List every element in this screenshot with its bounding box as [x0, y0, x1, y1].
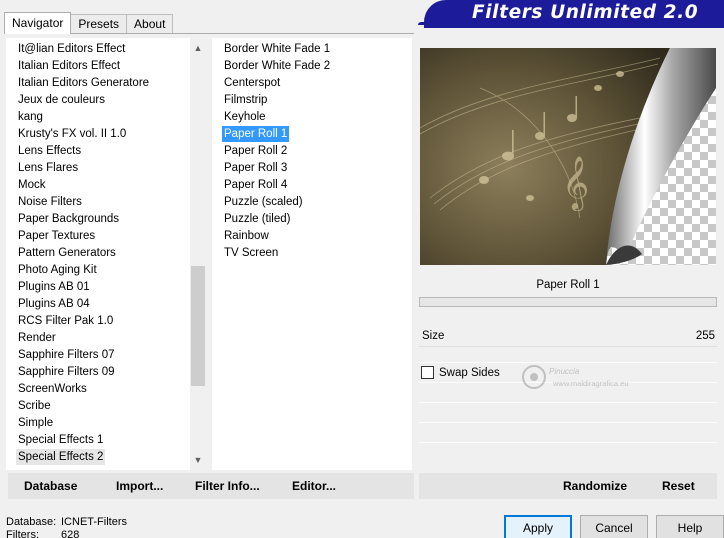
category-item[interactable]: Italian Editors Effect	[16, 58, 122, 74]
divider	[419, 422, 717, 423]
category-item[interactable]: Krusty's FX vol. II 1.0	[16, 126, 128, 142]
database-button[interactable]: Database	[24, 479, 77, 493]
randomize-button[interactable]: Randomize	[563, 479, 627, 493]
filter-item[interactable]: Paper Roll 1	[222, 126, 290, 142]
scroll-up-icon[interactable]: ▲	[190, 40, 206, 56]
filter-item[interactable]: Filmstrip	[222, 92, 269, 108]
status-database: Database: ICNET-Filters	[6, 516, 127, 528]
tab-presets[interactable]: Presets	[70, 14, 128, 34]
filter-item[interactable]: Border White Fade 2	[222, 58, 332, 74]
status-filters: Filters: 628	[6, 529, 79, 538]
filters-count: 628	[61, 529, 80, 538]
category-item[interactable]: Simple	[16, 415, 55, 431]
filter-preview: 𝄞	[420, 48, 716, 265]
filter-item[interactable]: Paper Roll 2	[222, 143, 289, 159]
swap-sides-row[interactable]: Swap Sides	[421, 366, 500, 379]
filter-item[interactable]: Centerspot	[222, 75, 282, 91]
swap-sides-checkbox[interactable]	[421, 366, 434, 379]
watermark: Pinuccia www.maldiragrafica.eu	[519, 360, 659, 400]
divider	[419, 402, 717, 403]
database-value: ICNET-Filters	[61, 516, 127, 528]
category-item[interactable]: Mock	[16, 177, 47, 193]
watermark-icon	[522, 365, 546, 389]
category-item[interactable]: ScreenWorks	[16, 381, 89, 397]
watermark-line2: www.maldiragrafica.eu	[553, 379, 629, 388]
left-button-bar: Database Import... Filter Info... Editor…	[8, 473, 414, 499]
category-item[interactable]: Special Effects 1	[16, 432, 105, 448]
parameter-slider[interactable]	[419, 297, 717, 307]
category-item[interactable]: Italian Editors Generatore	[16, 75, 151, 91]
filter-item[interactable]: Paper Roll 4	[222, 177, 289, 193]
editor-button[interactable]: Editor...	[292, 479, 336, 493]
watermark-line1: Pinuccia	[549, 367, 580, 376]
size-label: Size	[422, 330, 445, 342]
category-item[interactable]: Plugins AB 01	[16, 279, 92, 295]
category-list[interactable]: It@lian Editors Effect Italian Editors Ef…	[6, 38, 190, 470]
category-item[interactable]: Photo Aging Kit	[16, 262, 99, 278]
category-item[interactable]: Render	[16, 330, 58, 346]
category-item[interactable]: Paper Textures	[16, 228, 97, 244]
category-scrollbar[interactable]: ▲ ▼	[190, 38, 206, 470]
reset-button[interactable]: Reset	[662, 479, 695, 493]
apply-button[interactable]: Apply	[504, 515, 572, 538]
divider	[419, 442, 717, 443]
parameter-panel: Size 255 Swap Sides Pinuccia www.maldira…	[419, 310, 717, 468]
filter-info-button[interactable]: Filter Info...	[195, 479, 260, 493]
category-item[interactable]: kang	[16, 109, 45, 125]
filter-item[interactable]: Puzzle (tiled)	[222, 211, 292, 227]
filter-item[interactable]: Rainbow	[222, 228, 271, 244]
swap-sides-label: Swap Sides	[439, 366, 500, 379]
category-item[interactable]: Scribe	[16, 398, 53, 414]
category-item[interactable]: Sapphire Filters 09	[16, 364, 117, 380]
filters-label: Filters:	[6, 529, 39, 538]
filter-item[interactable]: TV Screen	[222, 245, 280, 261]
category-item[interactable]: RCS Filter Pak 1.0	[16, 313, 115, 329]
size-value[interactable]: 255	[696, 330, 715, 342]
cancel-button[interactable]: Cancel	[580, 515, 648, 538]
category-item[interactable]: Noise Filters	[16, 194, 84, 210]
filter-list[interactable]: Border White Fade 1 Border White Fade 2 Ce…	[212, 38, 412, 470]
tab-navigator[interactable]: Navigator	[4, 12, 72, 34]
right-button-bar: Randomize Reset	[419, 473, 717, 499]
app-banner: Filters Unlimited 2.0	[424, 0, 724, 28]
category-item[interactable]: Pattern Generators	[16, 245, 118, 261]
scroll-thumb[interactable]	[191, 266, 205, 386]
category-item[interactable]: It@lian Editors Effect	[16, 41, 127, 57]
category-item[interactable]: Lens Effects	[16, 143, 83, 159]
tab-strip: Navigator Presets About	[4, 12, 174, 34]
svg-text:𝄞: 𝄞	[562, 155, 589, 211]
help-button[interactable]: Help	[656, 515, 724, 538]
filter-item[interactable]: Puzzle (scaled)	[222, 194, 305, 210]
size-slider-line[interactable]	[419, 346, 717, 347]
filter-item[interactable]: Paper Roll 3	[222, 160, 289, 176]
filter-item[interactable]: Border White Fade 1	[222, 41, 332, 57]
database-label: Database:	[6, 516, 57, 528]
category-item[interactable]: Jeux de couleurs	[16, 92, 107, 108]
scroll-down-icon[interactable]: ▼	[190, 452, 206, 468]
category-item[interactable]: Lens Flares	[16, 160, 80, 176]
category-item[interactable]: Sapphire Filters 07	[16, 347, 117, 363]
category-item[interactable]: Plugins AB 04	[16, 296, 92, 312]
tab-about[interactable]: About	[126, 14, 174, 34]
category-item[interactable]: Special Effects 2	[16, 449, 106, 465]
import-button[interactable]: Import...	[116, 479, 163, 493]
selected-filter-title: Paper Roll 1	[419, 275, 717, 295]
app-title: Filters Unlimited 2.0	[472, 2, 699, 23]
filter-item[interactable]: Keyhole	[222, 109, 268, 125]
category-item[interactable]: Paper Backgrounds	[16, 211, 121, 227]
